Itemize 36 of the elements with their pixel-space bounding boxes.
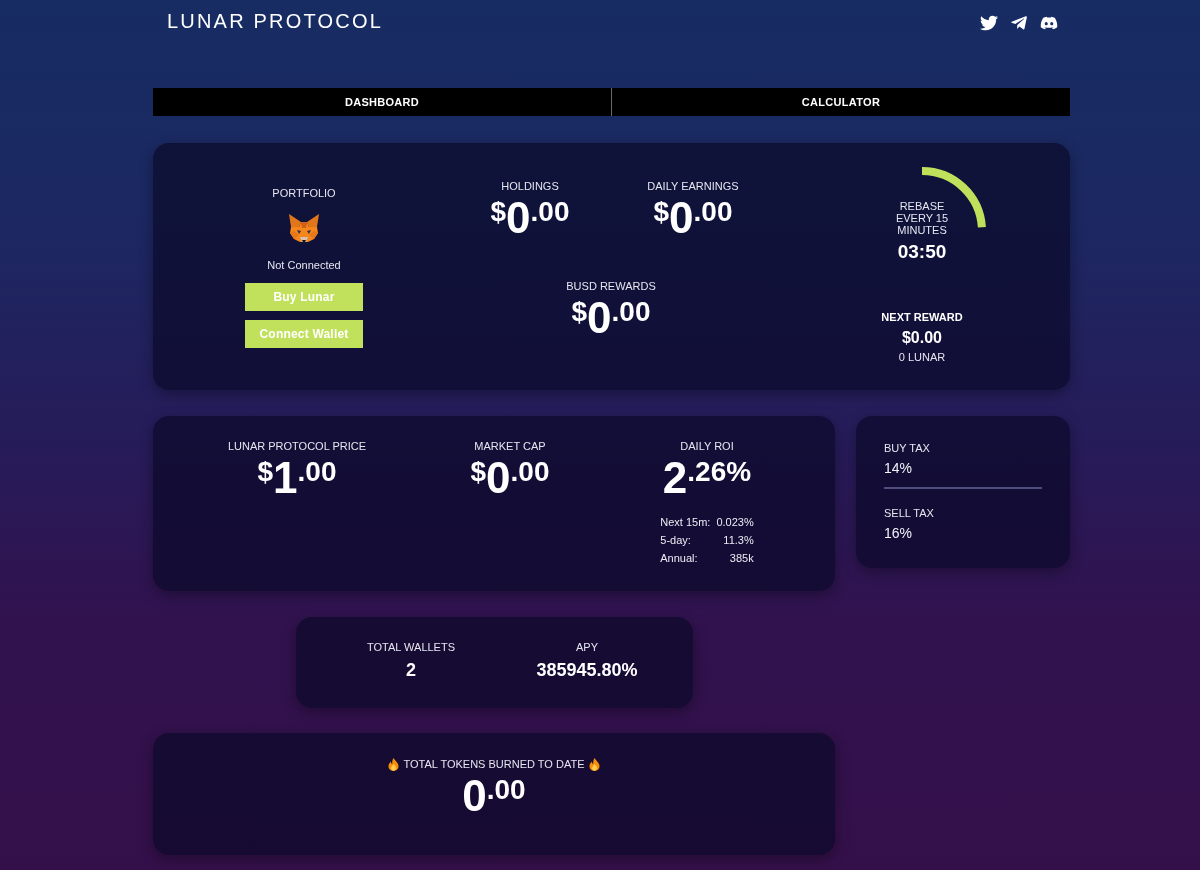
stat-label: DAILY ROI (680, 440, 734, 453)
burn-label: TOTAL TOKENS BURNED TO DATE (403, 758, 585, 771)
next-reward-value: $0.00 (901, 328, 942, 348)
roi-detail-label: Annual: (660, 551, 699, 566)
fox-icon (288, 213, 320, 244)
tax-label: SELL TAX (884, 507, 935, 520)
portfolio-title: PORTFOLIO (272, 187, 336, 200)
tax-label: BUY TAX (884, 442, 931, 455)
stat-label: BUSD REWARDS (566, 280, 656, 293)
next-reward-tokens: 0 LUNAR (898, 351, 946, 364)
stat-label: TOTAL WALLETS (367, 641, 455, 654)
tax-value: 14% (884, 459, 914, 477)
roi-detail-label: 5-day: (660, 533, 692, 548)
stat-label: DAILY EARNINGS (647, 180, 739, 193)
stat-label: HOLDINGS (501, 180, 559, 193)
roi-detail-value: 385k (728, 551, 754, 566)
stat-label: LUNAR PROTOCOL PRICE (227, 440, 367, 453)
bird-icon[interactable] (980, 14, 998, 32)
stat-label: APY (576, 641, 598, 654)
paper-plane-icon[interactable] (1010, 14, 1028, 32)
roi-detail-value: 11.3% (722, 533, 754, 548)
fire-icon (589, 758, 601, 771)
fire-icon (387, 758, 399, 771)
stat-label: MARKET CAP (474, 440, 546, 453)
connection-status: Not Connected (267, 259, 341, 272)
roi-detail-value: 0.023% (716, 515, 754, 530)
nav-tab[interactable]: CALCULATOR (611, 88, 1070, 116)
logo-wordmark[interactable]: LUNAR PROTOCOL (167, 10, 384, 32)
controller-icon[interactable] (1040, 14, 1058, 32)
next-reward-label: NEXT REWARD (881, 311, 963, 324)
stat-value: 385945.80% (536, 659, 638, 681)
stat-value: 2 (406, 659, 416, 681)
tax-value: 16% (884, 524, 914, 542)
rebase-label: REBASE EVERY 15 MINUTES (894, 199, 950, 236)
roi-detail-label: Next 15m: (660, 515, 711, 530)
countdown-timer: 03:50 (897, 240, 947, 263)
